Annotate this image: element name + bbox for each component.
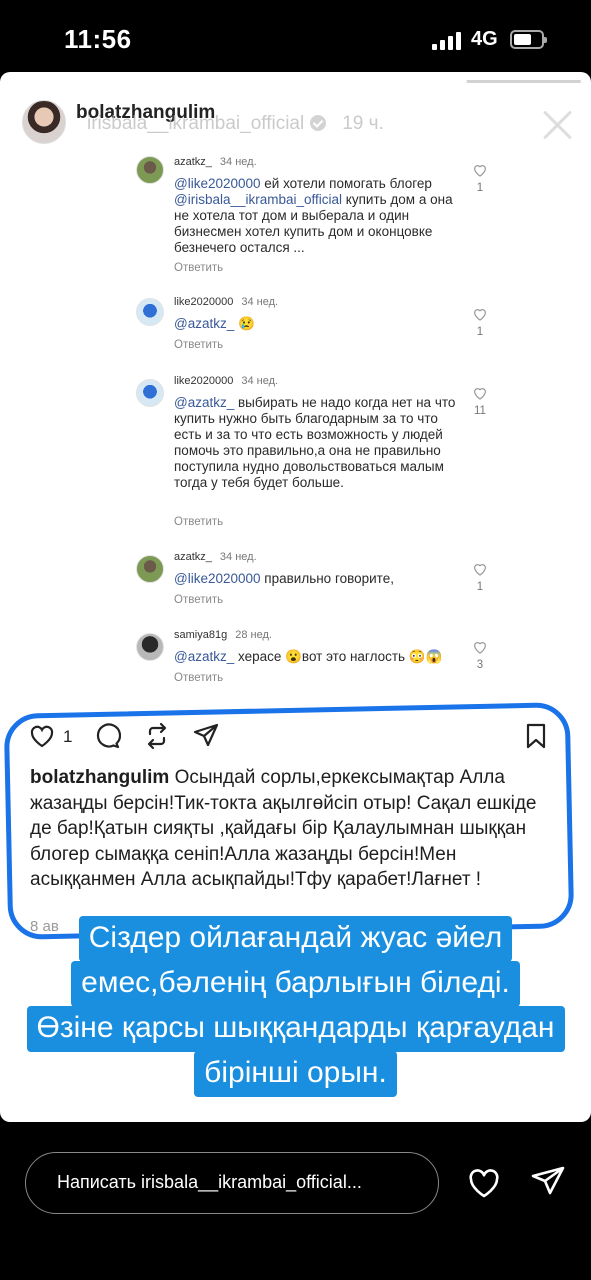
comment-text: @azatkz_ 😢 [174, 316, 464, 332]
close-icon[interactable] [541, 108, 575, 142]
comment-body: ей хотели помогать блогер [260, 176, 432, 191]
story-card: bolatzhangulim azatkz_ 34 нед. @like20200… [0, 72, 591, 1122]
overlay-line: емес,бәленің барлығын біледі. [71, 961, 520, 1007]
reply-link[interactable]: Ответить [174, 262, 223, 274]
comment-header: like2020000 34 нед. [174, 296, 278, 308]
comment-username[interactable]: azatkz_ [174, 156, 212, 168]
battery-fill [514, 34, 531, 45]
overlay-line: бірінші орын. [194, 1051, 397, 1097]
heart-icon[interactable] [472, 639, 488, 655]
story-text-overlay[interactable]: Сіздер ойлағандай жуас әйел емес,бәленің… [0, 916, 591, 1097]
reply-link[interactable]: Ответить [174, 339, 223, 351]
heart-icon[interactable] [472, 306, 488, 322]
comment-mention[interactable]: @azatkz_ [174, 395, 234, 410]
comment-mention[interactable]: @like2020000 [174, 571, 261, 586]
comment-mention[interactable]: @azatkz_ [174, 649, 234, 664]
reply-link[interactable]: Ответить [174, 672, 223, 684]
heart-icon[interactable] [472, 162, 488, 178]
comment-header: azatkz_ 34 нед. [174, 156, 257, 168]
comment-body: херасе 😮вот это наглость 😳😱 [234, 649, 443, 664]
comment-like-count: 1 [476, 581, 484, 593]
overlay-line: Өзіне қарсы шыққандарды қарғаудан [26, 1006, 565, 1052]
comment-like-count: 3 [476, 659, 484, 671]
status-bar: 11:56 4G [0, 0, 591, 72]
comment-like-count: 11 [474, 405, 486, 417]
comment-text: @like2020000 правильно говорите, [174, 571, 464, 587]
comment-text: @azatkz_ херасе 😮вот это наглость 😳😱 [174, 649, 464, 665]
status-time: 11:56 [64, 24, 132, 54]
comment-time: 28 нед. [235, 629, 272, 641]
comment-like-count: 1 [476, 326, 484, 338]
comment-text: @like2020000 ей хотели помогать блогер @… [174, 176, 464, 256]
comment-text: @azatkz_ выбирать не надо когда нет на ч… [174, 395, 464, 491]
overlay-line: Сіздер ойлағандай жуас әйел [78, 916, 513, 962]
heart-icon[interactable] [472, 385, 488, 401]
comment-time: 34 нед. [241, 296, 279, 308]
send-icon[interactable] [530, 1164, 566, 1200]
comment-mention[interactable]: @azatkz_ [174, 316, 234, 331]
comment-time: 34 нед. [219, 156, 257, 168]
comment-header: azatkz_ 34 нед. [174, 551, 257, 563]
comment-avatar[interactable] [136, 555, 164, 583]
comment-username[interactable]: samiya81g [174, 629, 227, 641]
battery-icon [510, 30, 547, 49]
reply-input[interactable]: Написать irisbala__ikrambai_official... [25, 1152, 439, 1214]
story-source: irisbala__ikrambai_official 19 ч. [87, 113, 384, 135]
highlight-outline [3, 702, 575, 940]
comment-header: like2020000 34 нед. [174, 375, 278, 387]
signal-icon [432, 30, 464, 50]
comment-username[interactable]: like2020000 [174, 375, 233, 387]
comment-avatar[interactable] [136, 298, 164, 326]
comment-time: 34 нед. [241, 375, 279, 387]
comment-mention[interactable]: @like2020000 [174, 176, 261, 191]
reply-link[interactable]: Ответить [174, 516, 223, 528]
comment-avatar[interactable] [136, 379, 164, 407]
comment-like-count: 1 [476, 182, 484, 194]
comment-body: правильно говорите, [260, 571, 394, 586]
heart-icon[interactable] [466, 1165, 502, 1201]
story-time: 19 ч. [342, 113, 384, 134]
network-label: 4G [471, 28, 498, 50]
reply-placeholder: Написать irisbala__ikrambai_official... [57, 1172, 362, 1192]
comment-username[interactable]: azatkz_ [174, 551, 212, 563]
comment-body: 😢 [234, 316, 255, 331]
comment-header: samiya81g 28 нед. [174, 629, 272, 641]
reply-link[interactable]: Ответить [174, 594, 223, 606]
story-avatar[interactable] [22, 100, 66, 144]
verified-icon [310, 115, 327, 131]
comment-avatar[interactable] [136, 156, 164, 184]
heart-icon[interactable] [472, 561, 488, 577]
story-source-account[interactable]: irisbala__ikrambai_official [87, 113, 304, 134]
comment-avatar[interactable] [136, 633, 164, 661]
comment-username[interactable]: like2020000 [174, 296, 233, 308]
comment-time: 34 нед. [219, 551, 257, 563]
comment-mention[interactable]: @irisbala__ikrambai_official [174, 192, 342, 207]
